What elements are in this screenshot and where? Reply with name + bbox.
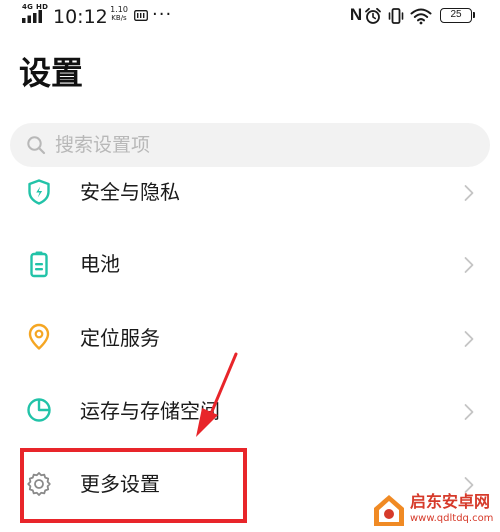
site-watermark: 启东安卓网 www.qdltdq.com	[370, 490, 500, 532]
settings-item-label: 安全与隐私	[80, 180, 180, 204]
network-speed-value: 1.10	[110, 5, 128, 14]
chevron-right-icon	[464, 185, 474, 201]
storage-pie-icon	[27, 398, 51, 422]
signal-icon	[22, 10, 42, 23]
watermark-logo-icon	[374, 495, 404, 526]
battery-icon	[30, 251, 48, 278]
nfc-icon: N	[349, 5, 363, 24]
network-speed: 1.10 KB/s	[108, 5, 130, 23]
shield-icon	[28, 179, 50, 205]
alarm-icon	[365, 7, 381, 24]
chevron-right-icon	[464, 404, 474, 420]
search-icon	[27, 136, 46, 155]
settings-item-label: 运存与存储空间	[80, 399, 220, 423]
more-notifications-icon: ···	[152, 4, 173, 25]
vibrate-icon	[388, 8, 404, 24]
status-bar: 4G HD 10:12 1.10 KB/s ··· N 25	[0, 0, 500, 34]
watermark-url: www.qdltdq.com	[410, 513, 494, 524]
network-speed-unit: KB/s	[111, 14, 127, 22]
search-placeholder: 搜索设置项	[55, 134, 151, 156]
settings-item-location[interactable]: 定位服务	[0, 301, 500, 373]
chevron-right-icon	[464, 257, 474, 273]
page-title: 设置	[19, 54, 84, 92]
location-pin-icon	[28, 323, 50, 350]
wifi-icon	[410, 8, 432, 25]
chevron-right-icon	[464, 331, 474, 347]
battery-level-icon: 25	[440, 8, 475, 23]
settings-item-battery[interactable]: 电池	[0, 229, 500, 301]
settings-item-label: 定位服务	[80, 326, 160, 350]
settings-item-memory-storage[interactable]: 运存与存储空间	[0, 373, 500, 445]
status-time: 10:12	[53, 6, 108, 28]
annotation-highlight-box	[20, 448, 247, 523]
app-notification-icon	[134, 10, 148, 21]
settings-item-label: 电池	[80, 252, 120, 276]
watermark-title: 启东安卓网	[410, 492, 491, 511]
settings-item-security-privacy[interactable]: 安全与隐私	[0, 157, 500, 229]
